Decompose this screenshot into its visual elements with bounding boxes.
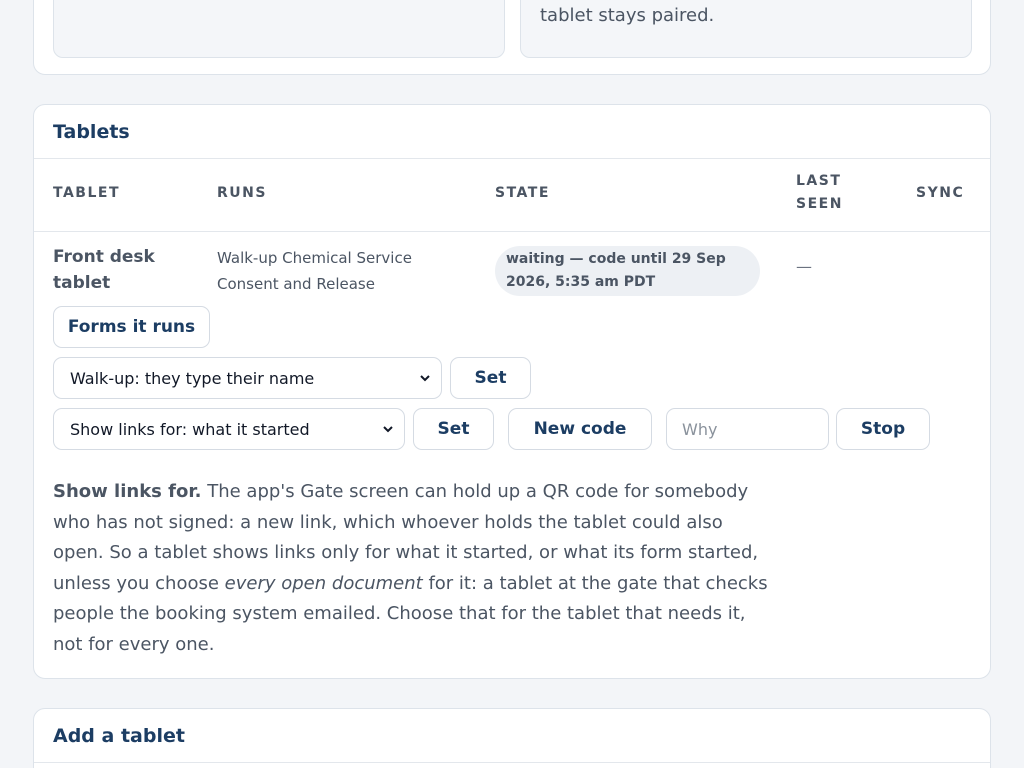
divider [34,158,990,159]
stop-button[interactable]: Stop [836,408,930,450]
show-links-select[interactable]: Show links for: what it started [53,408,405,450]
divider [34,231,990,232]
col-header-last-seen: LAST SEEN [796,173,843,212]
tablet-runs: Walk-up Chemical Service Consent and Rel… [217,249,412,293]
status-badge: waiting — code until 29 Sep 2026, 5:35 a… [495,246,760,296]
chevron-down-icon [420,375,430,382]
col-header-sync: SYNC [916,185,965,201]
divider [34,762,990,763]
why-input[interactable] [666,408,829,450]
new-code-button[interactable]: New code [508,408,652,450]
show-links-set-button[interactable]: Set [413,408,494,450]
mode-select[interactable]: Walk-up: they type their name [53,357,442,399]
mode-set-button[interactable]: Set [450,357,531,399]
help-lead: Show links for. [53,481,202,502]
tablets-card: Tablets TABLET RUNS STATE LAST SEEN SYNC… [33,104,991,679]
show-links-help: Show links for. The app's Gate screen ca… [53,477,773,661]
info-panel-text: tablet stays paired. [540,5,715,26]
forms-it-runs-button[interactable]: Forms it runs [53,306,210,348]
tablets-title: Tablets [53,121,130,143]
help-emphasis: every open document [224,572,423,594]
info-panel-right: tablet stays paired. [520,0,972,58]
mode-select-value: Walk-up: they type their name [70,368,315,388]
chevron-down-icon [383,426,393,433]
last-seen-value: — [796,257,812,276]
add-tablet-card: Add a tablet [33,708,991,768]
col-header-state: STATE [495,185,550,201]
col-header-tablet: TABLET [53,185,121,201]
show-links-select-value: Show links for: what it started [70,419,310,439]
device-card: tablet stays paired. [33,0,991,75]
col-header-runs: RUNS [217,185,267,201]
add-tablet-title: Add a tablet [53,725,185,747]
info-panel-left [53,0,505,58]
tablet-name: Front desk tablet [53,247,155,293]
